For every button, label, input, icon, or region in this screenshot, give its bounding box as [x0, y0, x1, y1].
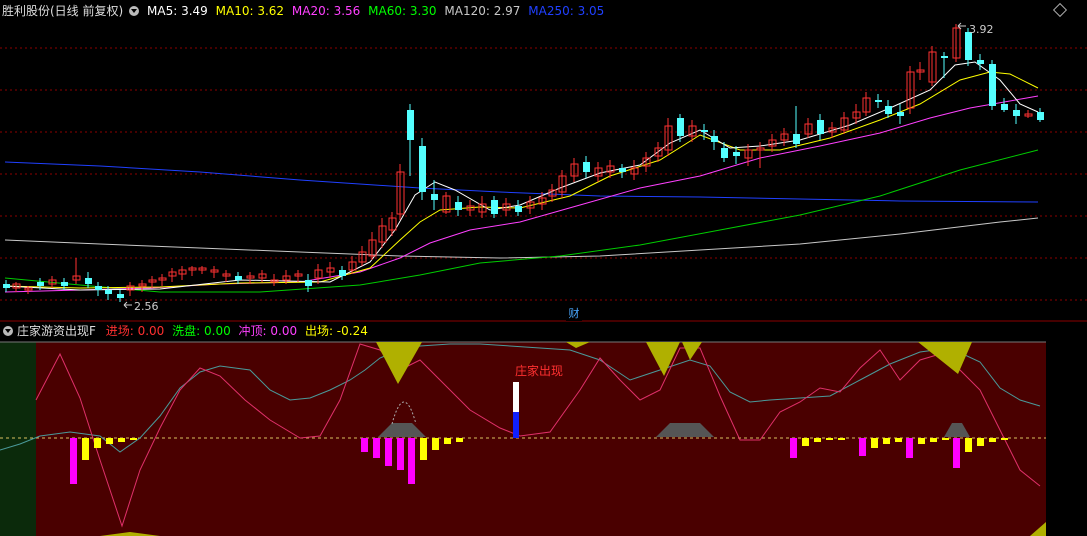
ma60-line: [4, 149, 1039, 293]
ma250-line: [4, 161, 1039, 203]
histogram-bar: [361, 438, 368, 452]
high-price-note: 3.92: [969, 23, 994, 36]
histogram-bar: [977, 438, 984, 446]
ma120-line: [4, 217, 1039, 259]
histogram-bar: [1001, 438, 1008, 440]
indicator-header: 庄家游资出现F 进场: 0.00 洗盘: 0.00 冲顶: 0.00 出场: -…: [0, 322, 1087, 340]
ma20-line: [4, 95, 1039, 293]
indicator-dropdown-icon[interactable]: [3, 325, 13, 336]
histogram-bar: [420, 438, 427, 460]
signal-label: 庄家出现: [515, 363, 563, 378]
price-chart[interactable]: 3.92 2.56: [0, 0, 1087, 322]
low-arrow-icon: [123, 301, 132, 309]
histogram-bar: [106, 438, 113, 444]
indicator-left-zone: [0, 342, 36, 536]
histogram-bar: [989, 438, 996, 442]
histogram-bar: [70, 438, 77, 484]
histogram-bar: [408, 438, 415, 484]
indicator-name: 庄家游资出现F: [17, 324, 96, 338]
histogram-bar: [838, 438, 845, 440]
histogram-bar: [118, 438, 125, 442]
histogram-bar: [883, 438, 890, 444]
histogram-bar: [456, 438, 463, 442]
histogram-bar: [94, 438, 101, 448]
moving-average-lines: [4, 61, 1039, 293]
field-exit: 出场: -0.24: [304, 324, 368, 338]
ma10-line: [4, 71, 1039, 289]
signal-bar-blue: [513, 412, 519, 438]
ma5-line: [4, 61, 1039, 291]
histogram-bar: [895, 438, 902, 442]
field-enter: 进场: 0.00: [105, 324, 165, 338]
histogram-bar: [942, 438, 949, 440]
histogram-bar: [385, 438, 392, 466]
histogram-bar: [918, 438, 925, 444]
finance-badge[interactable]: 财: [566, 307, 582, 321]
histogram-bar: [432, 438, 439, 450]
histogram-bar: [826, 438, 833, 440]
histogram-bar: [82, 438, 89, 460]
histogram-bar: [965, 438, 972, 452]
histogram-bar: [444, 438, 451, 444]
field-peak: 冲顶: 0.00: [238, 324, 298, 338]
signal-bar-white: [513, 382, 519, 412]
indicator-chart[interactable]: 庄家出现: [0, 340, 1087, 536]
low-price-note: 2.56: [134, 300, 159, 313]
histogram-bar: [814, 438, 821, 442]
histogram-bar: [859, 438, 866, 456]
histogram-bar: [953, 438, 960, 468]
histogram-bar: [906, 438, 913, 458]
histogram-bar: [930, 438, 937, 442]
histogram-bar: [802, 438, 809, 446]
histogram-bar: [871, 438, 878, 448]
histogram-bar: [373, 438, 380, 458]
candlesticks: [3, 24, 1044, 302]
histogram-bar: [790, 438, 797, 458]
histogram-bar: [130, 438, 137, 440]
field-wash: 洗盘: 0.00: [172, 324, 231, 338]
histogram-bar: [397, 438, 404, 470]
